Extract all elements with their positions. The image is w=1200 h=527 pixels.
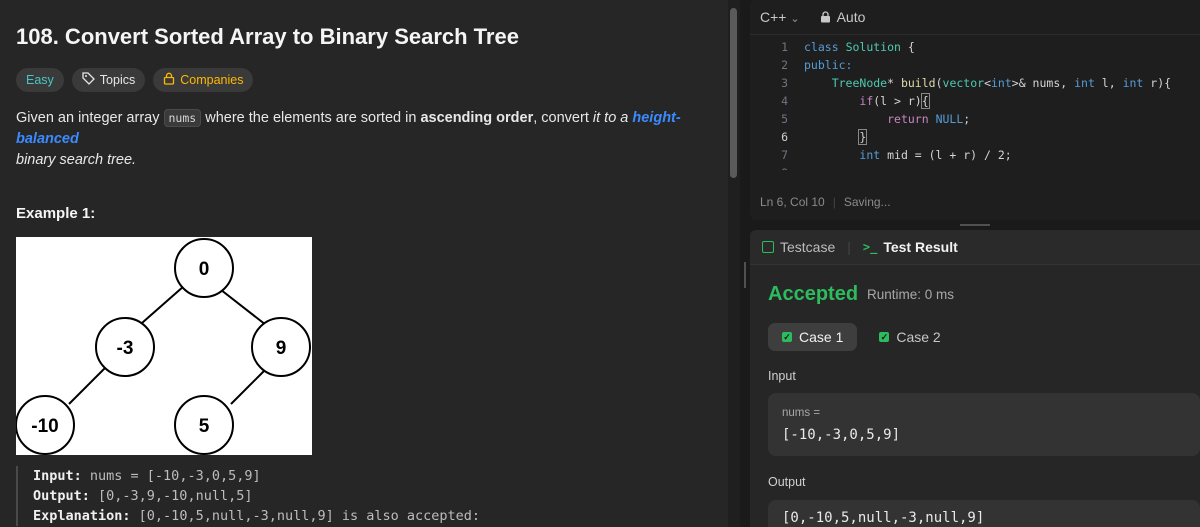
problem-description-panel: 108. Convert Sorted Array to Binary Sear… (0, 0, 728, 527)
explanation-label: Explanation: (33, 508, 131, 524)
topics-label: Topics (99, 73, 136, 87)
code-line: 7 int mid = (l + r) / 2; (750, 146, 1200, 164)
input-value: nums = [-10,-3,0,5,9] (81, 468, 261, 484)
output-box: [0,-10,5,null,-3,null,9] (768, 500, 1200, 527)
runtime-label: Runtime: 0 ms (867, 287, 955, 302)
problem-statement: Given an integer array nums where the el… (16, 108, 716, 171)
editor-toolbar: C++ ⌄ Auto (750, 0, 1200, 35)
code-line: 2 public: (750, 56, 1200, 74)
statement-text: , convert (533, 110, 593, 126)
code-editor-panel: C++ ⌄ Auto 1 class Solution { 2 public: 3 … (750, 0, 1200, 220)
problem-title: 108. Convert Sorted Array to Binary Sear… (16, 24, 519, 49)
case-tabs: ✓ Case 1 ✓ Case 2 (768, 323, 955, 351)
language-label: C++ (760, 9, 787, 25)
lock-icon (163, 72, 175, 88)
line-number: 2 (781, 58, 788, 72)
input-value: [-10,-3,0,5,9] (782, 427, 901, 443)
tab-result-label: Test Result (883, 239, 958, 255)
output-value: [0,-10,5,null,-3,null,9] (782, 510, 985, 526)
tree-edge (68, 365, 108, 405)
checkbox-icon (762, 241, 774, 253)
input-section-label: Input (768, 369, 796, 383)
tab-testcase-label: Testcase (780, 239, 836, 255)
output-value: [0,-3,9,-10,null,5] (89, 488, 253, 504)
statement-text: where the elements are sorted in (201, 110, 421, 126)
case-label: Case 1 (799, 329, 844, 345)
companies-tag[interactable]: Companies (153, 68, 254, 92)
tree-node-label: -3 (117, 338, 134, 359)
topics-tag[interactable]: Topics (71, 68, 146, 92)
panel-divider[interactable] (750, 221, 1200, 230)
code-line: 4 if(l > r){ (750, 92, 1200, 110)
check-icon: ✓ (782, 331, 792, 342)
panel-resize-handle[interactable] (743, 262, 747, 288)
line-number: 8 (750, 164, 804, 170)
chevron-down-icon: ⌄ (790, 13, 800, 25)
editor-status-bar: Ln 6, Col 10 | Saving... (760, 195, 891, 209)
case-label: Case 2 (896, 329, 941, 345)
companies-label: Companies (180, 73, 244, 87)
case-1-tab[interactable]: ✓ Case 1 (768, 323, 858, 351)
code-line: 3 TreeNode* build(vector<int>& nums, int… (750, 74, 1200, 92)
terminal-icon: >_ (862, 240, 878, 254)
statement-italic: binary search tree. (16, 152, 137, 168)
description-scrollbar[interactable] (728, 0, 740, 527)
mode-label: Auto (836, 9, 866, 25)
line-number: 5 (781, 112, 788, 126)
test-result-panel: Testcase | >_ Test Result Accepted Runti… (750, 230, 1200, 527)
line-number: 7 (781, 148, 788, 162)
line-number: 3 (781, 76, 788, 90)
explanation-value: [0,-10,5,null,-3,null,9] is also accepte… (130, 508, 481, 524)
line-number: 1 (781, 40, 788, 54)
inline-code-nums: nums (163, 109, 202, 127)
example-input-line: Input: nums = [-10,-3,0,5,9] (33, 466, 480, 486)
tree-node-label: 5 (199, 416, 210, 437)
statement-italic: it to a (592, 110, 633, 126)
test-tabs: Testcase | >_ Test Result (750, 230, 1200, 265)
tree-edge (230, 365, 270, 405)
difficulty-badge[interactable]: Easy (16, 68, 64, 92)
tab-testcase[interactable]: Testcase (762, 239, 835, 255)
tag-row: Easy Topics Companies (16, 68, 254, 92)
statement-text: Given an integer array (16, 110, 164, 126)
tag-icon (82, 72, 95, 88)
check-icon: ✓ (879, 331, 890, 342)
binary-tree-diagram: 0 -3 9 -10 5 (15, 238, 311, 455)
example-tree-image: 0 -3 9 -10 5 (15, 237, 312, 455)
statement-bold: ascending order (420, 110, 534, 126)
example-io-block: Input: nums = [-10,-3,0,5,9] Output: [0,… (16, 466, 480, 526)
code-area[interactable]: 1 class Solution { 2 public: 3 TreeNode* b… (750, 38, 1200, 170)
line-number: 6 (781, 130, 788, 144)
tab-test-result[interactable]: >_ Test Result (863, 239, 958, 255)
code-line: 8 (750, 164, 1200, 170)
auto-mode-indicator[interactable]: Auto (820, 9, 866, 25)
example-explanation-line: Explanation: [0,-10,5,null,-3,null,9] is… (33, 506, 480, 526)
tree-edge (215, 285, 267, 326)
lock-icon (820, 11, 830, 23)
input-variable: nums = (782, 407, 821, 419)
save-status: Saving... (843, 195, 891, 209)
code-line-active: 6 } (750, 128, 1200, 146)
tree-node-label: -10 (31, 416, 58, 437)
input-label: Input: (33, 468, 82, 484)
example-output-line: Output: [0,-3,9,-10,null,5] (33, 486, 480, 506)
tree-node-label: 9 (276, 338, 287, 359)
verdict-label: Accepted (768, 283, 859, 305)
example-heading: Example 1: (16, 205, 96, 222)
divider-grip[interactable] (960, 224, 990, 226)
scrollbar-thumb[interactable] (730, 8, 737, 178)
cursor-position: Ln 6, Col 10 (760, 195, 825, 209)
tree-node-label: 0 (199, 259, 210, 280)
case-2-tab[interactable]: ✓ Case 2 (865, 323, 954, 351)
code-line: 1 class Solution { (750, 38, 1200, 56)
output-section-label: Output (768, 475, 806, 489)
input-box: nums = [-10,-3,0,5,9] (768, 393, 1200, 456)
line-number: 4 (781, 94, 788, 108)
language-selector[interactable]: C++ ⌄ (760, 9, 800, 25)
output-label: Output: (33, 488, 90, 504)
code-line: 5 return NULL; (750, 110, 1200, 128)
